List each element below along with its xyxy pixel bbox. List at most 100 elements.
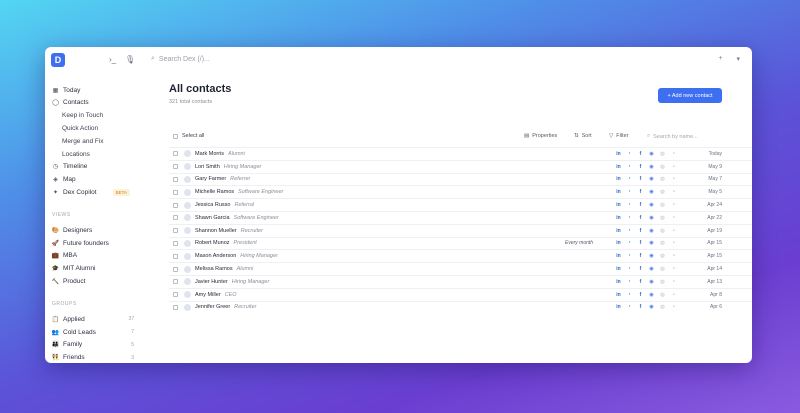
sidebar-item-quick-action[interactable]: Quick Action: [62, 123, 98, 133]
row-checkbox[interactable]: [173, 151, 178, 157]
row-checkbox[interactable]: [173, 266, 178, 272]
messenger-icon[interactable]: ◉: [648, 215, 655, 221]
more-icon[interactable]: ◔: [670, 292, 677, 298]
sidebar-view-designers[interactable]: 🎨 Designers: [52, 225, 93, 235]
instagram-icon[interactable]: ◎: [659, 215, 666, 221]
sidebar-item-map[interactable]: ◈ Map: [52, 175, 75, 185]
linkedin-icon[interactable]: in: [615, 292, 622, 298]
global-search[interactable]: ⌕ Search Dex (/)...: [151, 55, 210, 63]
more-icon[interactable]: ◔: [670, 189, 677, 195]
facebook-icon[interactable]: f: [637, 304, 644, 310]
contact-name[interactable]: Jessica Russo: [195, 202, 230, 208]
more-icon[interactable]: ◔: [670, 215, 677, 221]
sidebar-item-locations[interactable]: Locations: [62, 149, 90, 159]
contact-name[interactable]: Mason Anderson: [195, 253, 236, 259]
twitter-icon[interactable]: ᵗ: [626, 164, 633, 170]
table-row[interactable]: Melissa Ramos Alumni in ᵗ f ◉ ◎ ◔ Apr 14: [169, 262, 752, 275]
twitter-icon[interactable]: ᵗ: [626, 304, 633, 310]
sidebar-group-cold-leads[interactable]: 👥 Cold Leads 7: [52, 327, 134, 337]
messenger-icon[interactable]: ◉: [648, 304, 655, 310]
instagram-icon[interactable]: ◎: [659, 151, 666, 157]
twitter-icon[interactable]: ᵗ: [626, 279, 633, 285]
row-checkbox[interactable]: [173, 189, 178, 195]
sidebar-view-future-founders[interactable]: 🚀 Future founders: [52, 238, 109, 248]
contact-name[interactable]: Michelle Ramos: [195, 189, 234, 195]
row-checkbox[interactable]: [173, 228, 178, 234]
contact-name[interactable]: Jennifer Greer: [195, 304, 230, 310]
messenger-icon[interactable]: ◉: [648, 164, 655, 170]
facebook-icon[interactable]: f: [637, 202, 644, 208]
contact-name[interactable]: Lori Smith: [195, 164, 220, 170]
linkedin-icon[interactable]: in: [615, 279, 622, 285]
messenger-icon[interactable]: ◉: [648, 292, 655, 298]
select-all[interactable]: Select all: [173, 133, 204, 139]
linkedin-icon[interactable]: in: [615, 240, 622, 246]
facebook-icon[interactable]: f: [637, 292, 644, 298]
twitter-icon[interactable]: ᵗ: [626, 292, 633, 298]
contact-name[interactable]: Gary Farmer: [195, 176, 226, 182]
more-icon[interactable]: ◔: [670, 176, 677, 182]
row-checkbox[interactable]: [173, 164, 178, 170]
twitter-icon[interactable]: ᵗ: [626, 176, 633, 182]
messenger-icon[interactable]: ◉: [648, 228, 655, 234]
more-icon[interactable]: ◔: [670, 240, 677, 246]
more-icon[interactable]: ◔: [670, 164, 677, 170]
instagram-icon[interactable]: ◎: [659, 240, 666, 246]
instagram-icon[interactable]: ◎: [659, 266, 666, 272]
table-row[interactable]: Lori Smith Hiring Manager in ᵗ f ◉ ◎ ◔ May 9: [169, 159, 752, 173]
select-all-checkbox[interactable]: [173, 133, 178, 139]
table-row[interactable]: Gary Farmer Referrer in ᵗ f ◉ ◎ ◔ May 7: [169, 172, 752, 186]
instagram-icon[interactable]: ◎: [659, 253, 666, 259]
messenger-icon[interactable]: ◉: [648, 189, 655, 195]
linkedin-icon[interactable]: in: [615, 304, 622, 310]
instagram-icon[interactable]: ◎: [659, 292, 666, 298]
properties-button[interactable]: ▤ Properties: [524, 133, 557, 139]
more-icon[interactable]: ◔: [670, 279, 677, 285]
messenger-icon[interactable]: ◉: [648, 279, 655, 285]
twitter-icon[interactable]: ᵗ: [626, 228, 633, 234]
facebook-icon[interactable]: f: [637, 228, 644, 234]
dex-logo[interactable]: D: [51, 53, 65, 67]
facebook-icon[interactable]: f: [637, 189, 644, 195]
filter-button[interactable]: ▽ Filter: [609, 133, 628, 139]
more-icon[interactable]: ◔: [670, 266, 677, 272]
microphone-icon[interactable]: 🎙: [125, 55, 135, 64]
row-checkbox[interactable]: [173, 215, 178, 221]
sidebar-item-today[interactable]: ▦ Today: [52, 85, 81, 95]
twitter-icon[interactable]: ᵗ: [626, 151, 633, 157]
sidebar-item-contacts[interactable]: ◯ Contacts: [52, 98, 89, 108]
messenger-icon[interactable]: ◉: [648, 202, 655, 208]
contact-name[interactable]: Shannon Mueller: [195, 228, 237, 234]
sidebar-view-mba[interactable]: 💼 MBA: [52, 251, 77, 261]
more-icon[interactable]: ◔: [670, 228, 677, 234]
sidebar-view-mit-alumni[interactable]: 🎓 MIT Alumni: [52, 264, 96, 274]
twitter-icon[interactable]: ᵗ: [626, 240, 633, 246]
add-contact-button[interactable]: + Add new contact: [658, 88, 722, 103]
twitter-icon[interactable]: ᵗ: [626, 202, 633, 208]
twitter-icon[interactable]: ᵗ: [626, 253, 633, 259]
instagram-icon[interactable]: ◎: [659, 202, 666, 208]
sidebar-group-family[interactable]: 👨‍👩‍👧 Family 5: [52, 340, 134, 350]
table-row[interactable]: Jessica Russo Referral in ᵗ f ◉ ◎ ◔ Apr 24: [169, 198, 752, 211]
facebook-icon[interactable]: f: [637, 164, 644, 170]
sidebar-item-dex-copilot[interactable]: ✦ Dex Copilot BETA: [52, 187, 131, 197]
table-row[interactable]: Mark Morris Alumni in ᵗ f ◉ ◎ ◔ Today: [169, 147, 752, 160]
row-checkbox[interactable]: [173, 202, 178, 208]
linkedin-icon[interactable]: in: [615, 253, 622, 259]
table-row[interactable]: Shawn Garcia Software Engineer in ᵗ f ◉ ◎ ◔ Apr …: [169, 211, 752, 224]
contact-name[interactable]: Robert Munoz: [195, 240, 230, 246]
sort-button[interactable]: ⇅ Sort: [574, 133, 592, 139]
row-checkbox[interactable]: [173, 304, 178, 310]
table-row[interactable]: Amy Miller CEO in ᵗ f ◉ ◎ ◔ Apr 8: [169, 287, 752, 301]
facebook-icon[interactable]: f: [637, 215, 644, 221]
more-icon[interactable]: ◔: [670, 253, 677, 259]
messenger-icon[interactable]: ◉: [648, 240, 655, 246]
terminal-icon[interactable]: ›_: [109, 55, 116, 64]
twitter-icon[interactable]: ᵗ: [626, 215, 633, 221]
table-row[interactable]: Javier Hunter Hiring Manager in ᵗ f ◉ ◎ ◔ Apr 13: [169, 275, 752, 288]
plus-icon[interactable]: +: [718, 55, 722, 63]
linkedin-icon[interactable]: in: [615, 266, 622, 272]
facebook-icon[interactable]: f: [637, 240, 644, 246]
more-icon[interactable]: ◔: [670, 304, 677, 310]
sidebar-item-timeline[interactable]: ◷ Timeline: [52, 162, 87, 172]
